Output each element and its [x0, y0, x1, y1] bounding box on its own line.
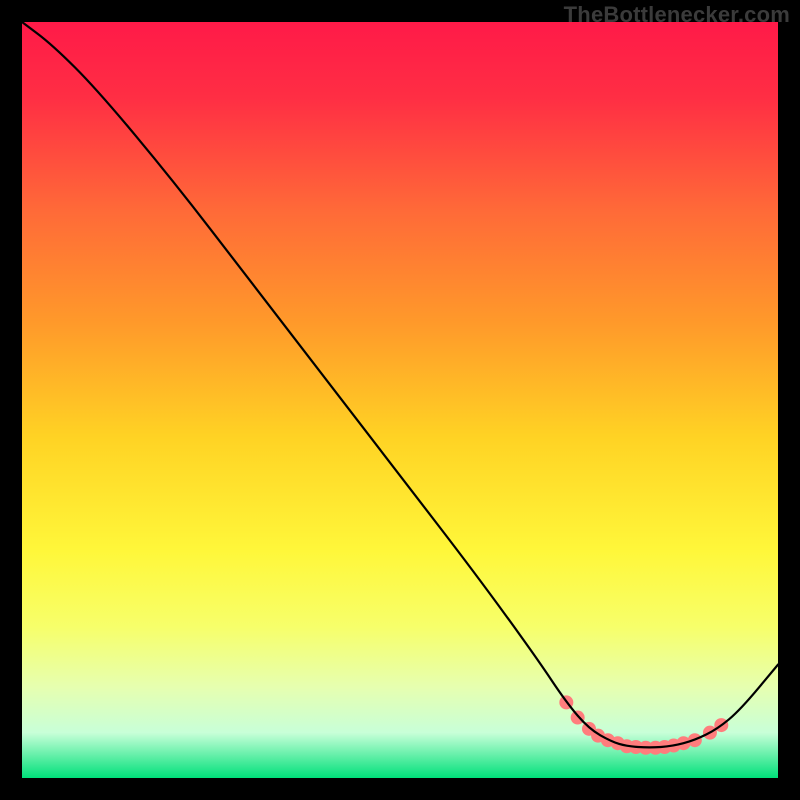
chart-stage: TheBottlenecker.com [0, 0, 800, 800]
gradient-plot [22, 22, 778, 778]
plot-svg [22, 22, 778, 778]
